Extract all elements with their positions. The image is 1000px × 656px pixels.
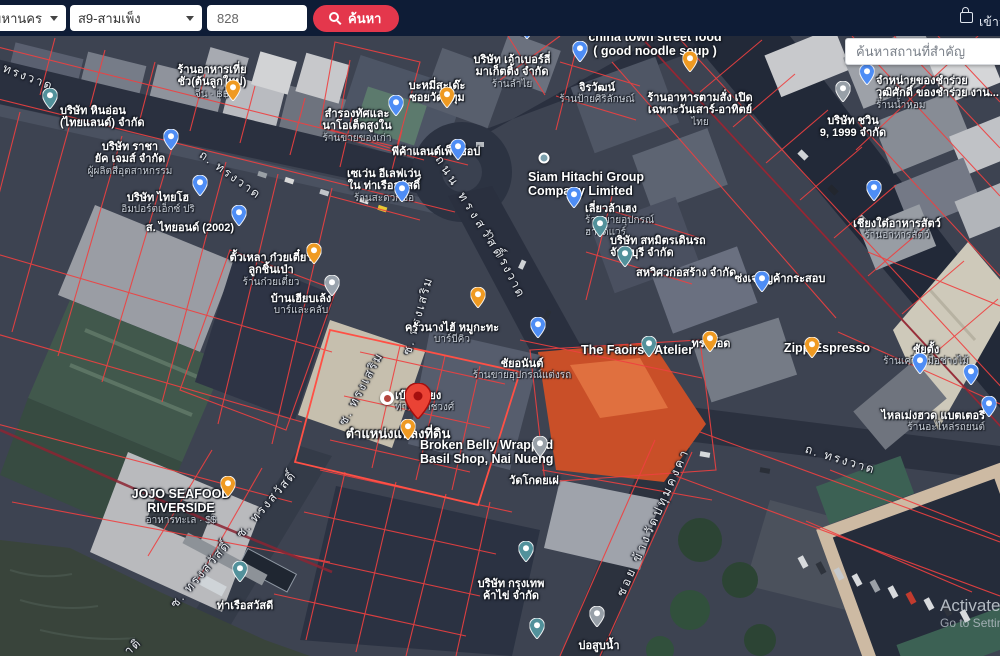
map-search-input[interactable] — [845, 38, 1000, 65]
poi-pin-shop[interactable] — [573, 41, 588, 67]
pin-icon — [440, 87, 455, 108]
province-select-value: กรุงเทพมหานคร — [0, 8, 42, 29]
poi-pin-shop[interactable] — [395, 181, 410, 207]
pin-icon — [755, 271, 770, 292]
poi-pin-shop[interactable] — [982, 396, 997, 422]
search-button-label: ค้นหา — [348, 8, 381, 29]
pin-icon — [703, 331, 718, 352]
poi-pin-food[interactable] — [307, 243, 322, 269]
poi-pin-shop[interactable] — [164, 129, 179, 155]
poi-pin-shop[interactable] — [755, 271, 770, 297]
pin-icon — [519, 541, 534, 562]
poi-pin-shop[interactable] — [867, 180, 882, 206]
login-link[interactable]: เข้าสู่ระบบ — [960, 9, 1000, 32]
pin-icon — [232, 205, 247, 226]
pin-icon — [590, 606, 605, 627]
search-icon — [329, 12, 342, 25]
map-canvas[interactable]: ถ. ทรงวาดถ. ทรงวาดถ. ทรงวาดถ. ทรงวาดถนน … — [0, 0, 1000, 656]
pin-icon — [618, 246, 633, 267]
poi-pin-cafe[interactable] — [805, 337, 820, 363]
pin-icon — [836, 81, 851, 102]
login-label: เข้าสู่ระบบ — [979, 12, 1000, 32]
search-button[interactable]: ค้นหา — [313, 5, 399, 32]
pin-icon — [221, 476, 236, 497]
pin-icon — [307, 243, 322, 264]
poi-pin-shop[interactable] — [531, 317, 546, 343]
pin-icon — [164, 129, 179, 150]
pin-icon — [395, 181, 410, 202]
pin-icon — [593, 216, 608, 237]
pin-icon — [530, 618, 545, 639]
poi-pin-food[interactable] — [471, 287, 486, 313]
pin-icon — [683, 51, 698, 72]
map-sheet-select[interactable]: ส9-สามเพ็ง — [70, 5, 202, 31]
poi-pin-shop[interactable] — [232, 205, 247, 231]
chevron-down-icon — [50, 16, 58, 21]
poi-pin-food[interactable] — [440, 87, 455, 113]
poi-pin-food[interactable] — [221, 476, 236, 502]
poi-pin-shop[interactable] — [567, 187, 582, 213]
pin-icon — [805, 337, 820, 358]
pin-icon — [531, 317, 546, 338]
pin-icon — [913, 353, 928, 374]
red-marker-icon — [405, 383, 431, 419]
poi-pin-shop[interactable] — [964, 364, 979, 390]
pin-icon — [226, 80, 241, 101]
pin-icon — [193, 175, 208, 196]
poi-pin-gray[interactable] — [533, 436, 548, 462]
pin-icon — [43, 88, 58, 109]
province-select[interactable]: กรุงเทพมหานคร — [0, 5, 66, 31]
map-sheet-select-value: ส9-สามเพ็ง — [78, 8, 141, 29]
poi-pin-biz[interactable] — [593, 216, 608, 242]
poi-pin-biz[interactable] — [642, 336, 657, 362]
poi-pin-gray[interactable] — [836, 81, 851, 107]
poi-pin-shop[interactable] — [389, 95, 404, 121]
poi-pin-biz[interactable] — [519, 541, 534, 567]
poi-pin-lodging[interactable] — [325, 275, 340, 301]
poi-pin-food[interactable] — [226, 80, 241, 106]
poi-pin-biz[interactable] — [43, 88, 58, 114]
lock-icon — [960, 12, 973, 23]
poi-pin-shop[interactable] — [193, 175, 208, 201]
poi-pin-biz[interactable] — [530, 618, 545, 644]
pin-icon — [964, 364, 979, 385]
poi-pin-pier[interactable] — [233, 561, 248, 587]
pin-icon — [867, 180, 882, 201]
pin-icon — [533, 436, 548, 457]
parcel-number-input[interactable] — [207, 5, 307, 31]
chevron-down-icon — [186, 16, 194, 21]
poi-pin-shop[interactable] — [451, 139, 466, 165]
post-office-icon — [380, 391, 394, 405]
pin-icon — [982, 396, 997, 417]
pin-icon — [233, 561, 248, 582]
pin-icon — [325, 275, 340, 296]
poi-pin-shop[interactable] — [860, 64, 875, 90]
poi-pin-shop[interactable] — [913, 353, 928, 379]
pin-icon — [860, 64, 875, 85]
pin-icon — [642, 336, 657, 357]
poi-pin-gray[interactable] — [590, 606, 605, 632]
pin-icon — [451, 139, 466, 160]
dot-pin-icon — [539, 153, 550, 164]
poi-pin-food[interactable] — [703, 331, 718, 357]
poi-pin-post[interactable] — [380, 391, 394, 405]
poi-pin-dot[interactable] — [539, 153, 550, 164]
pin-icon — [389, 95, 404, 116]
pin-icon — [573, 41, 588, 62]
pin-icon — [567, 187, 582, 208]
top-navbar: กรุงเทพมหานคร ส9-สามเพ็ง ค้นหา เข้าสู่ระ… — [0, 0, 1000, 36]
poi-pin-marker[interactable] — [405, 383, 431, 424]
poi-pin-food[interactable] — [683, 51, 698, 77]
pin-icon — [471, 287, 486, 308]
poi-pin-biz[interactable] — [618, 246, 633, 272]
app-window: ถ. ทรงวาดถ. ทรงวาดถ. ทรงวาดถ. ทรงวาดถนน … — [0, 0, 1000, 656]
